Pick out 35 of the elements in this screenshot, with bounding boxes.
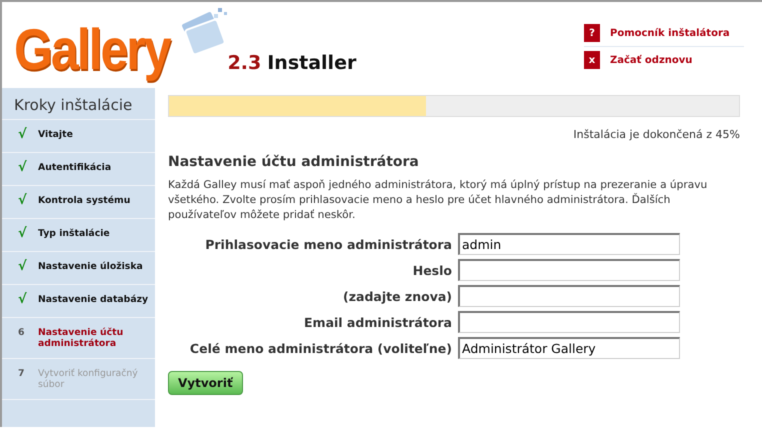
create-button[interactable]: Vytvoriť xyxy=(168,371,243,395)
field-label: Celé meno administrátora (voliteľne) xyxy=(190,340,452,356)
step-label: Typ inštalácie xyxy=(38,228,110,239)
step-label: Nastavenie úložiska xyxy=(38,261,143,272)
step-label: Vytvoriť konfiguračný súbor xyxy=(38,368,139,390)
field-label: Heslo xyxy=(412,262,452,278)
description: Každá Galley musí mať aspoň jedného administrátora, ktorý má úplný prístup na prezeranie a úpravu všetkého. Zvolte prosím prihlasovacie meno a heslo pre účet hlavného administrátora. Ďalších používateľov môžete pridať neskôr. xyxy=(168,178,708,223)
section-heading: Nastavenie účtu administrátora xyxy=(168,154,420,170)
header-link[interactable]: x Začať odznovu xyxy=(584,47,744,73)
step-marker: √ xyxy=(18,294,28,306)
input-field[interactable]: Administrátor Gallery xyxy=(458,337,680,359)
step-label: Nastavenie databázy xyxy=(38,294,148,305)
input-field[interactable] xyxy=(458,311,680,333)
step-marker: 6 xyxy=(18,327,26,338)
progress-caption: Inštalácia je dokončená z 45% xyxy=(572,128,740,141)
sidebar-title: Kroky inštalácie xyxy=(2,96,155,120)
step-label: Vitajte xyxy=(38,129,73,140)
field-label: Prihlasovacie meno administrátora xyxy=(204,236,452,252)
field-label: Email administrátora xyxy=(303,314,452,330)
step-label: Autentifikácia xyxy=(38,162,112,173)
step-marker: √ xyxy=(18,162,28,174)
field-label: (zadajte znova) xyxy=(342,288,452,304)
version-number: 2.3 xyxy=(228,52,262,74)
step-label: Nastavenie účtu administrátora xyxy=(38,327,124,349)
step-label: Kontrola systému xyxy=(38,195,130,206)
product-title: Installer xyxy=(267,52,356,74)
step-marker: 7 xyxy=(18,368,26,379)
input-field[interactable] xyxy=(458,259,680,281)
step-marker: √ xyxy=(18,228,28,240)
step-marker: √ xyxy=(18,195,28,207)
header-link[interactable]: ? Pomocník inštalátora xyxy=(584,20,744,47)
step-marker: √ xyxy=(18,129,28,141)
input-field[interactable]: admin xyxy=(458,233,680,255)
step-marker: √ xyxy=(18,261,28,273)
input-field[interactable] xyxy=(458,285,680,307)
